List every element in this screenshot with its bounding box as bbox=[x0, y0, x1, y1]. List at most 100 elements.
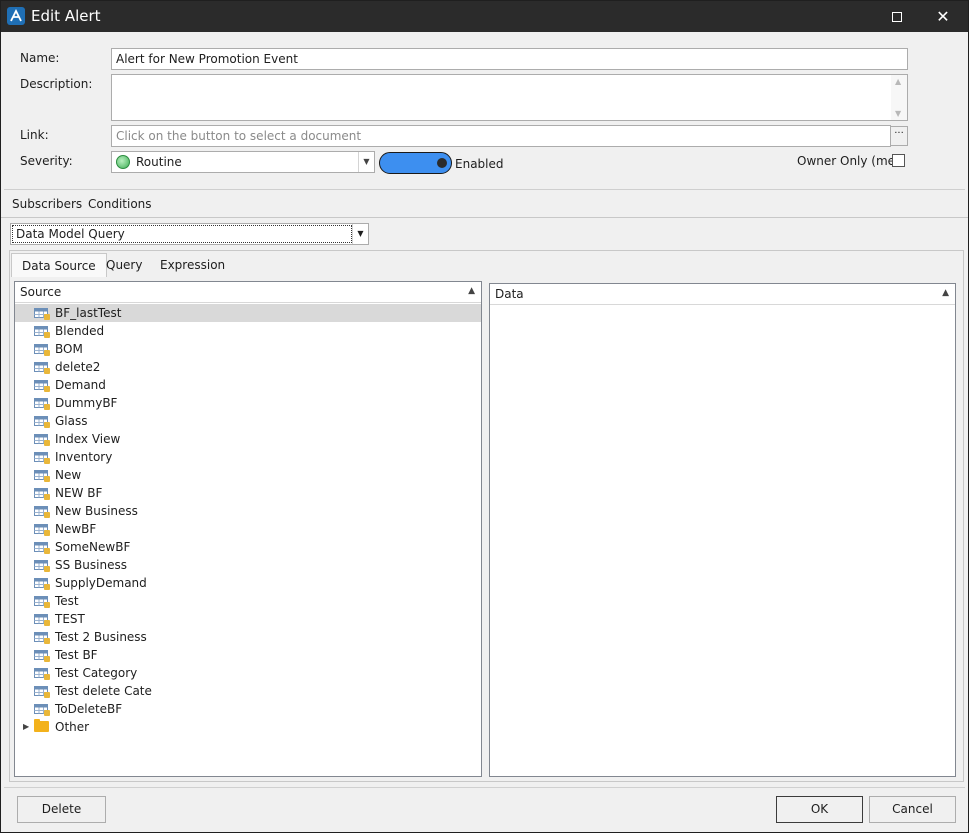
tab-query[interactable]: Query bbox=[96, 253, 152, 277]
source-tree-item[interactable]: Test 2 Business bbox=[15, 628, 481, 646]
owner-only-checkbox[interactable] bbox=[892, 154, 905, 167]
business-filter-icon bbox=[34, 703, 50, 716]
business-filter-icon bbox=[34, 361, 50, 374]
source-tree-item[interactable]: NewBF bbox=[15, 520, 481, 538]
business-filter-icon bbox=[34, 541, 50, 554]
source-tree-item-label: SS Business bbox=[55, 558, 127, 572]
source-tree-item-label: New Business bbox=[55, 504, 138, 518]
link-field[interactable]: Click on the button to select a document bbox=[111, 125, 891, 147]
source-tree-item-label: Blended bbox=[55, 324, 105, 338]
footer-separator bbox=[4, 787, 965, 788]
expand-arrow-icon[interactable]: ▶ bbox=[23, 718, 29, 736]
source-tree-item-label: Test bbox=[55, 594, 79, 608]
chevron-down-icon[interactable]: ▼ bbox=[352, 224, 368, 244]
business-filter-icon bbox=[34, 307, 50, 320]
source-pane: Source ▲ BF_lastTest Blended BOM delete2 Dem… bbox=[14, 281, 482, 777]
folder-label: Other bbox=[55, 720, 90, 734]
business-filter-icon bbox=[34, 397, 50, 410]
query-type-dropdown[interactable]: Data Model Query ▼ bbox=[10, 223, 369, 245]
severity-dropdown[interactable]: Routine ▼ bbox=[111, 151, 375, 173]
source-tree-item-label: delete2 bbox=[55, 360, 101, 374]
business-filter-icon bbox=[34, 631, 50, 644]
source-tree-item[interactable]: Demand bbox=[15, 376, 481, 394]
source-tree-item[interactable]: DummyBF bbox=[15, 394, 481, 412]
source-tree-item-label: Test delete Cate bbox=[55, 684, 152, 698]
enabled-toggle[interactable] bbox=[379, 152, 452, 174]
source-tree-item[interactable]: Glass bbox=[15, 412, 481, 430]
tab-expression[interactable]: Expression bbox=[150, 253, 235, 277]
source-tree-item-label: SomeNewBF bbox=[55, 540, 131, 554]
scroll-down-icon[interactable]: ▼ bbox=[895, 109, 901, 118]
edit-alert-dialog: Edit Alert ✕ Name: Alert for New Promoti… bbox=[0, 0, 969, 833]
description-label: Description: bbox=[20, 77, 93, 91]
source-tree-item[interactable]: Test Category bbox=[15, 664, 481, 682]
data-header-label: Data bbox=[495, 287, 524, 301]
source-tree-item[interactable]: BOM bbox=[15, 340, 481, 358]
source-tree-item-label: DummyBF bbox=[55, 396, 118, 410]
source-tree-item[interactable]: New bbox=[15, 466, 481, 484]
business-filter-icon bbox=[34, 505, 50, 518]
query-type-value: Data Model Query bbox=[12, 225, 352, 243]
source-tree-item[interactable]: Inventory bbox=[15, 448, 481, 466]
business-filter-icon bbox=[34, 343, 50, 356]
business-filter-icon bbox=[34, 685, 50, 698]
source-tree-item[interactable]: delete2 bbox=[15, 358, 481, 376]
sort-ascending-icon[interactable]: ▲ bbox=[468, 286, 475, 296]
source-tree-item[interactable]: Blended bbox=[15, 322, 481, 340]
data-header[interactable]: Data ▲ bbox=[490, 284, 955, 305]
source-tree-item[interactable]: TEST bbox=[15, 610, 481, 628]
routine-severity-icon bbox=[116, 155, 130, 169]
business-filter-icon bbox=[34, 559, 50, 572]
business-filter-icon bbox=[34, 325, 50, 338]
source-tree-item-label: Test Category bbox=[55, 666, 138, 680]
chevron-down-icon[interactable]: ▼ bbox=[358, 152, 374, 172]
browse-document-button[interactable]: ··· bbox=[890, 126, 908, 146]
ok-button[interactable]: OK bbox=[776, 796, 863, 823]
source-tree-item[interactable]: ToDeleteBF bbox=[15, 700, 481, 718]
source-tree-item-label: TEST bbox=[55, 612, 85, 626]
maximize-icon bbox=[892, 12, 902, 22]
source-tree-item-label: New bbox=[55, 468, 82, 482]
description-field[interactable]: ▲ ▼ bbox=[111, 74, 908, 121]
source-tree-item[interactable]: Test bbox=[15, 592, 481, 610]
title-bar[interactable]: Edit Alert ✕ bbox=[1, 1, 968, 32]
tab-data-source[interactable]: Data Source bbox=[11, 253, 107, 277]
tab-subscribers[interactable]: Subscribers bbox=[12, 197, 82, 211]
business-filter-icon bbox=[34, 415, 50, 428]
source-tree-item[interactable]: SomeNewBF bbox=[15, 538, 481, 556]
source-tree-item-label: Index View bbox=[55, 432, 121, 446]
tab-conditions[interactable]: Conditions bbox=[88, 197, 152, 211]
source-tree-item-label: BF_lastTest bbox=[55, 306, 122, 320]
name-field[interactable]: Alert for New Promotion Event bbox=[111, 48, 908, 70]
business-filter-icon bbox=[34, 451, 50, 464]
source-tree-item[interactable]: Test BF bbox=[15, 646, 481, 664]
link-label: Link: bbox=[20, 128, 49, 142]
source-tree-item-label: NewBF bbox=[55, 522, 97, 536]
source-tree-item[interactable]: Index View bbox=[15, 430, 481, 448]
sort-ascending-icon[interactable]: ▲ bbox=[942, 288, 949, 298]
delete-button[interactable]: Delete bbox=[17, 796, 106, 823]
source-tree-item[interactable]: SupplyDemand bbox=[15, 574, 481, 592]
source-tree-item-label: SupplyDemand bbox=[55, 576, 147, 590]
scroll-up-icon[interactable]: ▲ bbox=[895, 77, 901, 86]
close-button[interactable]: ✕ bbox=[920, 1, 966, 32]
source-tree-item[interactable]: BF_lastTest bbox=[15, 304, 481, 322]
source-tree-item[interactable]: NEW BF bbox=[15, 484, 481, 502]
business-filter-icon bbox=[34, 667, 50, 680]
severity-label: Severity: bbox=[20, 154, 73, 168]
severity-value: Routine bbox=[136, 155, 182, 169]
toggle-knob bbox=[437, 158, 447, 168]
source-tree-item[interactable]: Test delete Cate bbox=[15, 682, 481, 700]
source-tree-item-label: Test 2 Business bbox=[55, 630, 147, 644]
source-tree-item[interactable]: SS Business bbox=[15, 556, 481, 574]
source-tree-folder-other[interactable]: ▶ Other bbox=[15, 718, 481, 736]
source-tree-item-label: Inventory bbox=[55, 450, 113, 464]
window-title: Edit Alert bbox=[31, 7, 101, 25]
business-filter-icon bbox=[34, 649, 50, 662]
source-tree-item[interactable]: New Business bbox=[15, 502, 481, 520]
maximize-button[interactable] bbox=[874, 1, 920, 32]
source-tree-item-label: Demand bbox=[55, 378, 106, 392]
cancel-button[interactable]: Cancel bbox=[869, 796, 956, 823]
source-header[interactable]: Source ▲ bbox=[15, 282, 481, 303]
description-scrollbar[interactable]: ▲ ▼ bbox=[891, 75, 907, 120]
